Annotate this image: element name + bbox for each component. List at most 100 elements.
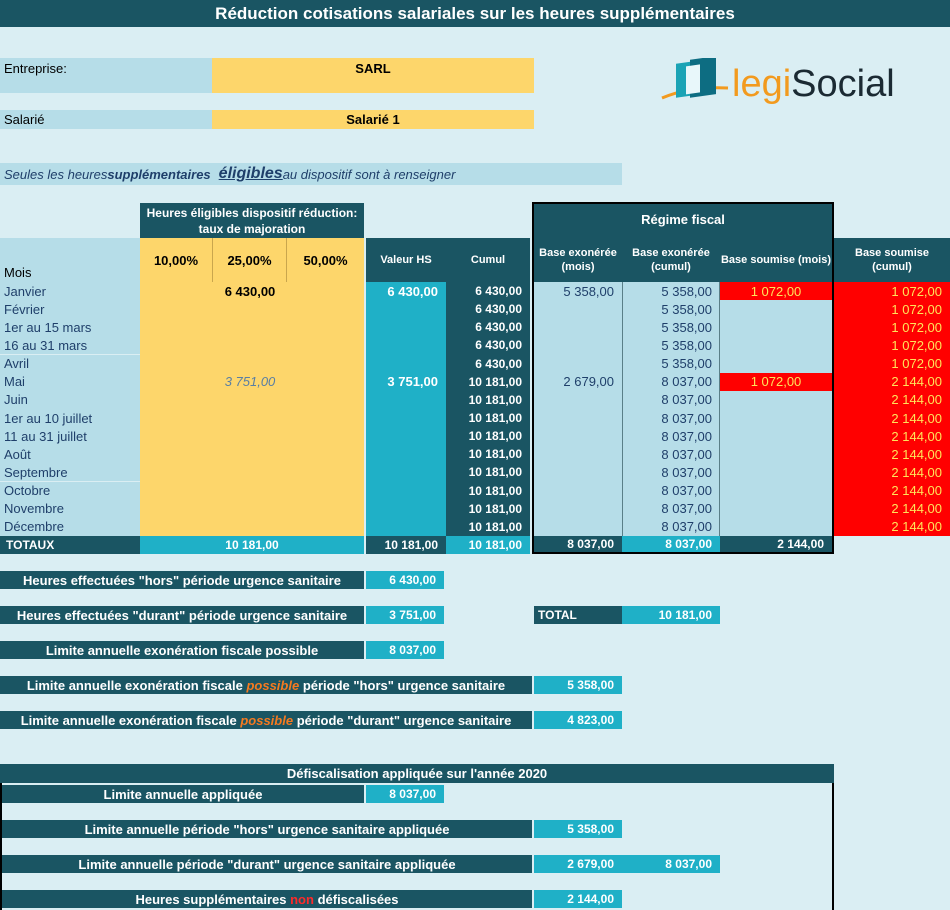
base-soumise-cumul-cell: 1 072,00 xyxy=(891,356,942,372)
defisc-durant-value: 2 679,00 xyxy=(534,855,622,873)
entreprise-label: Entreprise: xyxy=(0,58,212,93)
month-label: Octobre xyxy=(0,481,140,500)
month-label: Août xyxy=(0,445,140,464)
month-label: Janvier xyxy=(0,282,140,300)
durant-label: Heures effectuées "durant" période urgen… xyxy=(0,606,364,624)
cumul-cell: 10 181,00 xyxy=(468,483,522,498)
limite-hors-label: Limite annuelle exonération fiscale poss… xyxy=(0,676,532,694)
col-base-soumise-cumul-header: Base soumise (cumul) xyxy=(834,238,950,282)
limite-label: Limite annuelle exonération fiscale poss… xyxy=(0,641,364,659)
base-soumise-cumul-cell: 2 144,00 xyxy=(891,501,942,517)
base-exo-cumul-cell: 5 358,00 xyxy=(661,301,712,317)
base-soumise-mois-cell: 1 072,00 xyxy=(720,372,832,391)
base-soumise-cumul-cell: 2 144,00 xyxy=(891,374,942,390)
cumul-cell: 10 181,00 xyxy=(468,374,522,389)
salarie-label: Salarié xyxy=(0,110,212,129)
note-part1: Seules les heures xyxy=(4,166,108,182)
cumul-cell: 10 181,00 xyxy=(468,411,522,425)
base-exo-cumul-cell: 8 037,00 xyxy=(661,464,712,480)
non-defisc-value: 2 144,00 xyxy=(534,890,622,908)
month-label: 16 au 31 mars xyxy=(0,336,140,355)
base-soumise-cumul-cell: 2 144,00 xyxy=(891,428,942,444)
month-label: Avril xyxy=(0,354,140,373)
cumul-cell: 6 430,00 xyxy=(475,302,522,317)
logo-text: legiSocial xyxy=(732,62,895,106)
base-soumise-cumul-cell: 2 144,00 xyxy=(891,464,942,480)
defisc-hors-value: 5 358,00 xyxy=(534,820,622,838)
col-mois-header: Mois xyxy=(0,238,140,282)
logo-social: Social xyxy=(791,63,895,105)
durant-value: 3 751,00 xyxy=(366,606,444,624)
month-label: 1er au 10 juillet xyxy=(0,409,140,427)
month-label: Juin xyxy=(0,390,140,409)
col-base-exo-cumul-header: Base exonérée (cumul) xyxy=(622,238,720,282)
base-exo-cumul-cell: 8 037,00 xyxy=(661,410,712,426)
limite-hors-p1: Limite annuelle exonération fiscale xyxy=(26,677,243,693)
base-soumise-cumul-cell: 2 144,00 xyxy=(891,392,942,408)
cumul-cell: 10 181,00 xyxy=(468,447,522,462)
month-label: Mai xyxy=(0,372,140,391)
base-exo-cumul-cell: 8 037,00 xyxy=(661,501,712,517)
note-part4: au dispositif sont à renseigner xyxy=(282,166,456,182)
group-header: Heures éligibles dispositif réduction: t… xyxy=(140,203,364,238)
base-soumise-cumul-cell: 1 072,00 xyxy=(891,337,942,353)
totaux-exo-cumul: 8 037,00 xyxy=(622,536,720,554)
hours-25-input[interactable]: 3 751,00 xyxy=(213,373,287,391)
rate-10-header: 10,00% xyxy=(140,238,213,282)
limite-hors-value: 5 358,00 xyxy=(534,676,622,694)
base-exo-cumul-cell: 5 358,00 xyxy=(661,283,712,299)
limite-durant-p3: période "durant" urgence sanitaire xyxy=(296,712,512,728)
rate-25-header: 25,00% xyxy=(213,238,287,282)
base-soumise-cumul-cell: 2 144,00 xyxy=(891,410,942,426)
hours-25-input[interactable]: 6 430,00 xyxy=(213,282,287,300)
appliquee-value: 8 037,00 xyxy=(366,785,444,803)
non-defisc-p1: Heures supplémentaires xyxy=(135,891,287,907)
hors-value: 6 430,00 xyxy=(366,571,444,589)
base-exo-mois-cell: 5 358,00 xyxy=(563,283,614,299)
limite-durant-label: Limite annuelle exonération fiscale poss… xyxy=(0,711,532,729)
month-label: 1er au 15 mars xyxy=(0,318,140,337)
entreprise-field[interactable]: SARL xyxy=(212,58,534,93)
total-value: 10 181,00 xyxy=(622,606,720,624)
month-label: Septembre xyxy=(0,463,140,482)
base-exo-cumul-cell: 8 037,00 xyxy=(661,428,712,444)
totaux-label: TOTAUX xyxy=(0,536,140,554)
logo-legi: legi xyxy=(732,63,792,105)
month-label: Novembre xyxy=(0,499,140,518)
month-label: 11 au 31 juillet xyxy=(0,427,140,446)
logo-mark-icon xyxy=(661,58,729,100)
totaux-heures: 10 181,00 xyxy=(140,536,364,554)
col-base-soumise-mois-header: Base soumise (mois) xyxy=(720,238,832,282)
totaux-valeur: 10 181,00 xyxy=(366,536,446,554)
base-exo-cumul-cell: 8 037,00 xyxy=(661,446,712,462)
base-soumise-cumul-cell: 2 144,00 xyxy=(891,519,942,535)
cumul-cell: 6 430,00 xyxy=(475,356,522,371)
non-defisc-p3: défiscalisées xyxy=(317,891,399,907)
total-label: TOTAL xyxy=(534,606,622,624)
eligibility-note: Seules les heures supplémentaires éligib… xyxy=(0,163,622,185)
cumul-cell: 6 430,00 xyxy=(475,320,522,335)
base-exo-cumul-cell: 8 037,00 xyxy=(661,392,712,408)
col-valeur-hs-header: Valeur HS xyxy=(366,238,446,282)
limite-value: 8 037,00 xyxy=(366,641,444,659)
non-defisc-p2: non xyxy=(290,891,314,907)
totaux-exo-mois: 8 037,00 xyxy=(532,536,622,554)
cumul-cell: 10 181,00 xyxy=(468,465,522,480)
defisc-durant-label: Limite annuelle période "durant" urgence… xyxy=(2,855,532,873)
month-label: Décembre xyxy=(0,517,140,536)
non-defisc-label: Heures supplémentaires non défiscalisées xyxy=(2,890,532,908)
regime-fiscal-header: Régime fiscal xyxy=(534,205,832,234)
limite-durant-p2: possible xyxy=(240,712,294,728)
limite-hors-p2: possible xyxy=(246,677,300,693)
base-soumise-cumul-cell: 1 072,00 xyxy=(891,301,942,317)
base-exo-cumul-cell: 5 358,00 xyxy=(661,356,712,372)
cumul-cell: 10 181,00 xyxy=(468,392,522,407)
salarie-field[interactable]: Salarié 1 xyxy=(212,110,534,129)
base-soumise-cumul-cell: 2 144,00 xyxy=(891,446,942,462)
note-part2: supplémentaires xyxy=(107,166,211,182)
base-soumise-cumul-cell: 1 072,00 xyxy=(891,319,942,335)
col-cumul-header: Cumul xyxy=(446,238,530,282)
base-exo-cumul-cell: 5 358,00 xyxy=(661,337,712,353)
month-rows: Janvier 6 430,00 6 430,00 6 430,00 5 358,00 5… xyxy=(0,282,950,536)
base-exo-cumul-cell: 8 037,00 xyxy=(661,519,712,535)
